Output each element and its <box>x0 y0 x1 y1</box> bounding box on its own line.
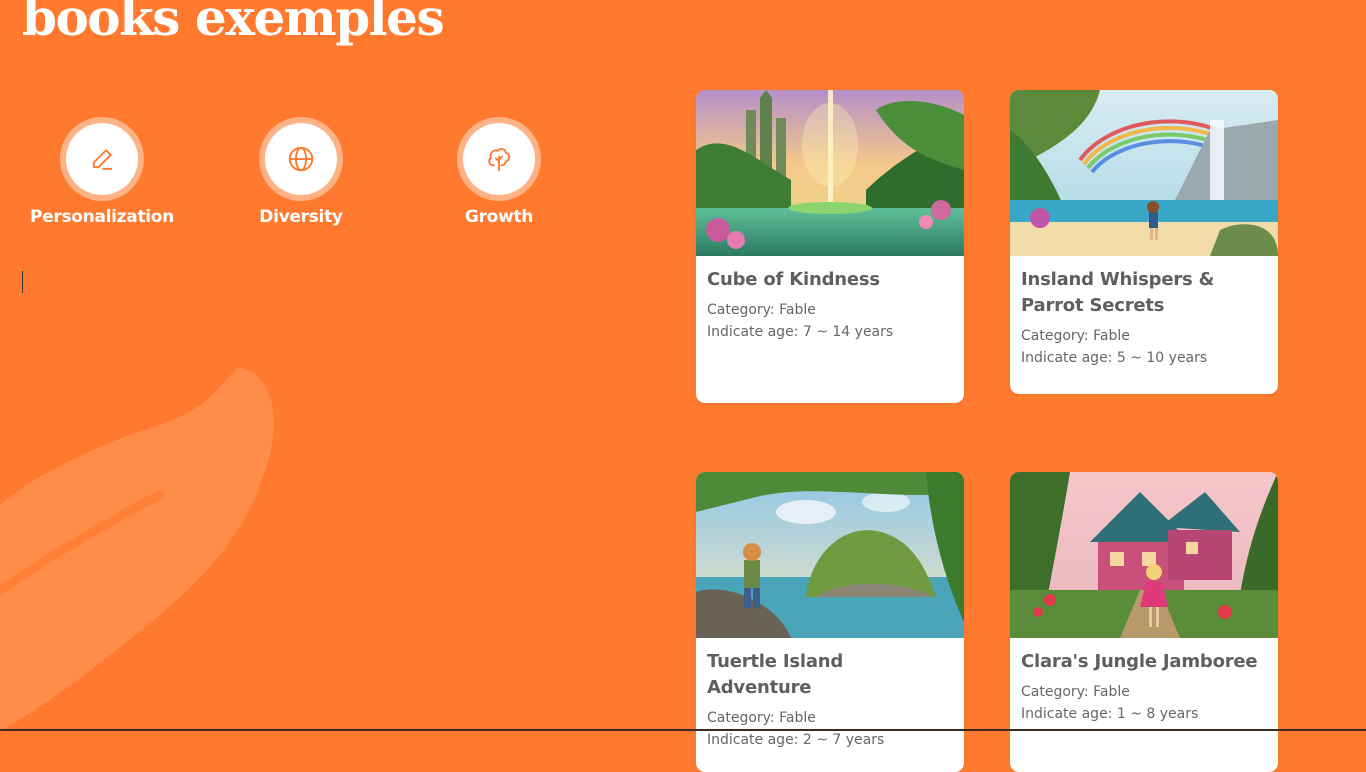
book-category: Category: Fable <box>707 302 816 318</box>
book-age: Indicate age: 7 ~ 14 years <box>707 324 894 340</box>
book-age: Indicate age: 1 ~ 8 years <box>1021 706 1199 722</box>
book-title: Tuertle Island Adventure <box>707 651 844 698</box>
pencil-icon <box>92 149 113 170</box>
book-age: Indicate age: 2 ~ 7 years <box>707 732 885 748</box>
feature-circle <box>457 117 541 201</box>
book-card-insland-whispers[interactable]: Insland Whispers & Parrot Secrets Catego… <box>1010 90 1278 394</box>
tree-icon <box>488 148 511 172</box>
book-card-claras-jungle[interactable]: Clara's Jungle Jamboree Category: Fable … <box>1010 472 1278 772</box>
globe-icon <box>288 146 314 172</box>
book-title: Clara's Jungle Jamboree <box>1021 651 1258 672</box>
book-cover-image <box>1010 472 1278 638</box>
feature-circle <box>259 117 343 201</box>
feature-personalization: Personalization <box>27 117 177 227</box>
book-title: Cube of Kindness <box>707 269 880 290</box>
leaf-decoration <box>0 367 274 731</box>
book-card-tuertle-island[interactable]: Tuertle Island Adventure Category: Fable… <box>696 472 964 772</box>
feature-circle <box>60 117 144 201</box>
page-title: books exemples <box>22 0 445 47</box>
text-cursor <box>22 271 23 293</box>
book-cover-image <box>696 90 964 256</box>
book-cover-image <box>696 472 964 638</box>
book-category: Category: Fable <box>707 710 816 726</box>
book-age: Indicate age: 5 ~ 10 years <box>1021 350 1208 366</box>
feature-label: Personalization <box>29 207 174 227</box>
feature-growth: Growth <box>424 117 574 227</box>
book-category: Category: Fable <box>1021 684 1130 700</box>
feature-diversity: Diversity <box>226 117 376 227</box>
book-card-cube-of-kindness[interactable]: Cube of Kindness Category: Fable Indicat… <box>696 90 964 403</box>
feature-label: Growth <box>464 207 534 227</box>
feature-label: Diversity <box>259 207 343 227</box>
book-category: Category: Fable <box>1021 328 1130 344</box>
book-cover-image <box>1010 90 1278 256</box>
book-title: Insland Whispers & Parrot Secrets <box>1021 269 1215 316</box>
